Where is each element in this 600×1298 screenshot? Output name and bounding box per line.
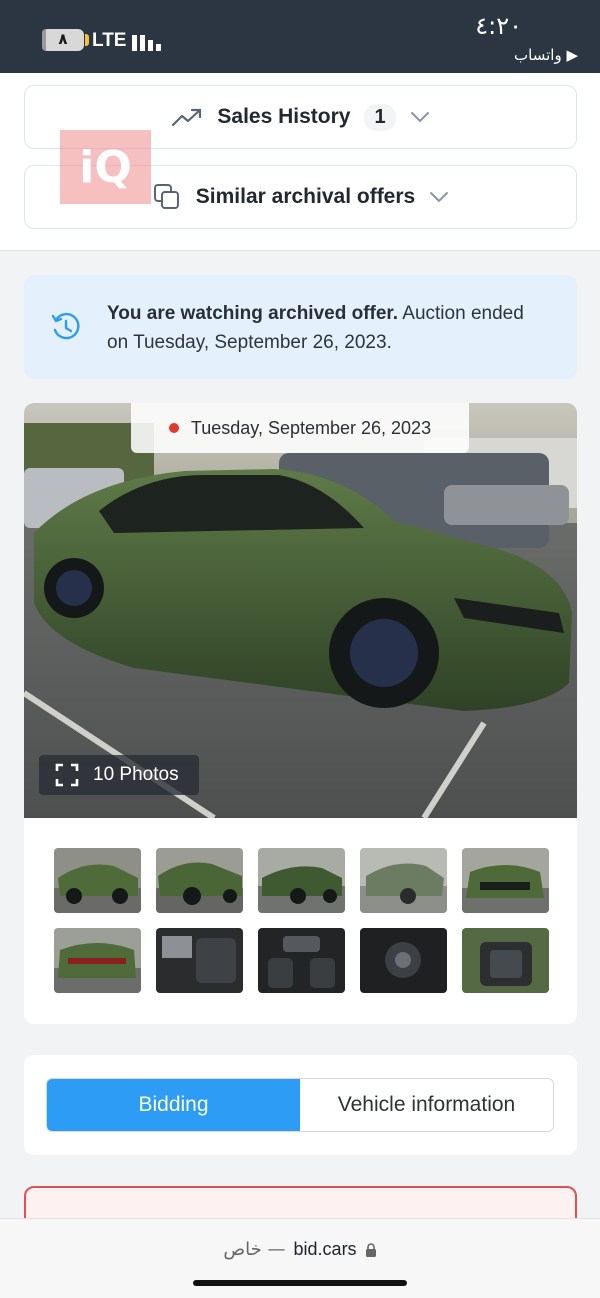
clock: ٤:٢٠ xyxy=(475,12,522,40)
history-icon xyxy=(51,312,80,340)
thumbnail[interactable] xyxy=(462,848,549,913)
thumbnail-grid xyxy=(54,848,549,993)
details-tabs-card: Bidding Vehicle information xyxy=(24,1055,577,1155)
thumbnail[interactable] xyxy=(360,848,447,913)
url-domain: bid.cars xyxy=(293,1239,357,1259)
tab-bidding[interactable]: Bidding xyxy=(47,1079,300,1131)
home-indicator[interactable] xyxy=(193,1280,407,1286)
battery-indicator: ٨ xyxy=(42,29,89,51)
back-to-app-link[interactable]: ▶ واتساب xyxy=(514,46,578,64)
url-bar[interactable]: خاص — bid.cars xyxy=(0,1239,600,1260)
thumbnail[interactable] xyxy=(54,848,141,913)
sales-history-label: Sales History xyxy=(217,105,351,128)
thumbnail[interactable] xyxy=(54,928,141,993)
photos-button[interactable]: 10 Photos xyxy=(39,755,199,795)
archived-offer-bold: You are watching archived offer. xyxy=(107,303,399,324)
watermark-logo: iQ xyxy=(60,130,151,204)
sales-history-count: 1 xyxy=(364,103,396,131)
photos-count-label: 10 Photos xyxy=(93,764,179,785)
signal-icon xyxy=(132,35,161,51)
trending-up-icon xyxy=(172,108,202,127)
network-type: LTE xyxy=(92,30,127,51)
auction-date: Tuesday, September 26, 2023 xyxy=(190,417,432,438)
chevron-down-icon xyxy=(430,192,449,203)
thumbnail[interactable] xyxy=(258,848,345,913)
details-tabs: Bidding Vehicle information xyxy=(46,1078,554,1132)
thumbnail[interactable] xyxy=(156,928,243,993)
thumbnail[interactable] xyxy=(258,928,345,993)
fullscreen-icon xyxy=(55,763,79,787)
red-dot-icon xyxy=(168,423,179,433)
battery-level: ٨ xyxy=(58,31,68,48)
archived-offer-banner: You are watching archived offer. Auction… xyxy=(24,275,577,379)
thumbnail[interactable] xyxy=(462,928,549,993)
thumbnail[interactable] xyxy=(360,928,447,993)
archived-offer-text: You are watching archived offer. Auction… xyxy=(107,299,547,357)
auction-date-pill: Tuesday, September 26, 2023 xyxy=(131,403,469,453)
lock-icon xyxy=(365,1242,376,1257)
photo-gallery-card: Tuesday, September 26, 2023 10 Photos xyxy=(24,403,577,1024)
private-mode-label: خاص — xyxy=(223,1239,286,1260)
main-vehicle-photo[interactable]: Tuesday, September 26, 2023 10 Photos xyxy=(24,403,577,818)
copy-icon xyxy=(153,184,179,209)
browser-address-bar: خاص — bid.cars xyxy=(0,1218,600,1298)
tab-vehicle-information[interactable]: Vehicle information xyxy=(300,1079,553,1131)
thumbnail[interactable] xyxy=(156,848,243,913)
chevron-down-icon xyxy=(410,112,429,123)
similar-offers-label: Similar archival offers xyxy=(195,185,416,208)
status-bar: ٨ LTE ٤:٢٠ ▶ واتساب xyxy=(0,0,600,73)
